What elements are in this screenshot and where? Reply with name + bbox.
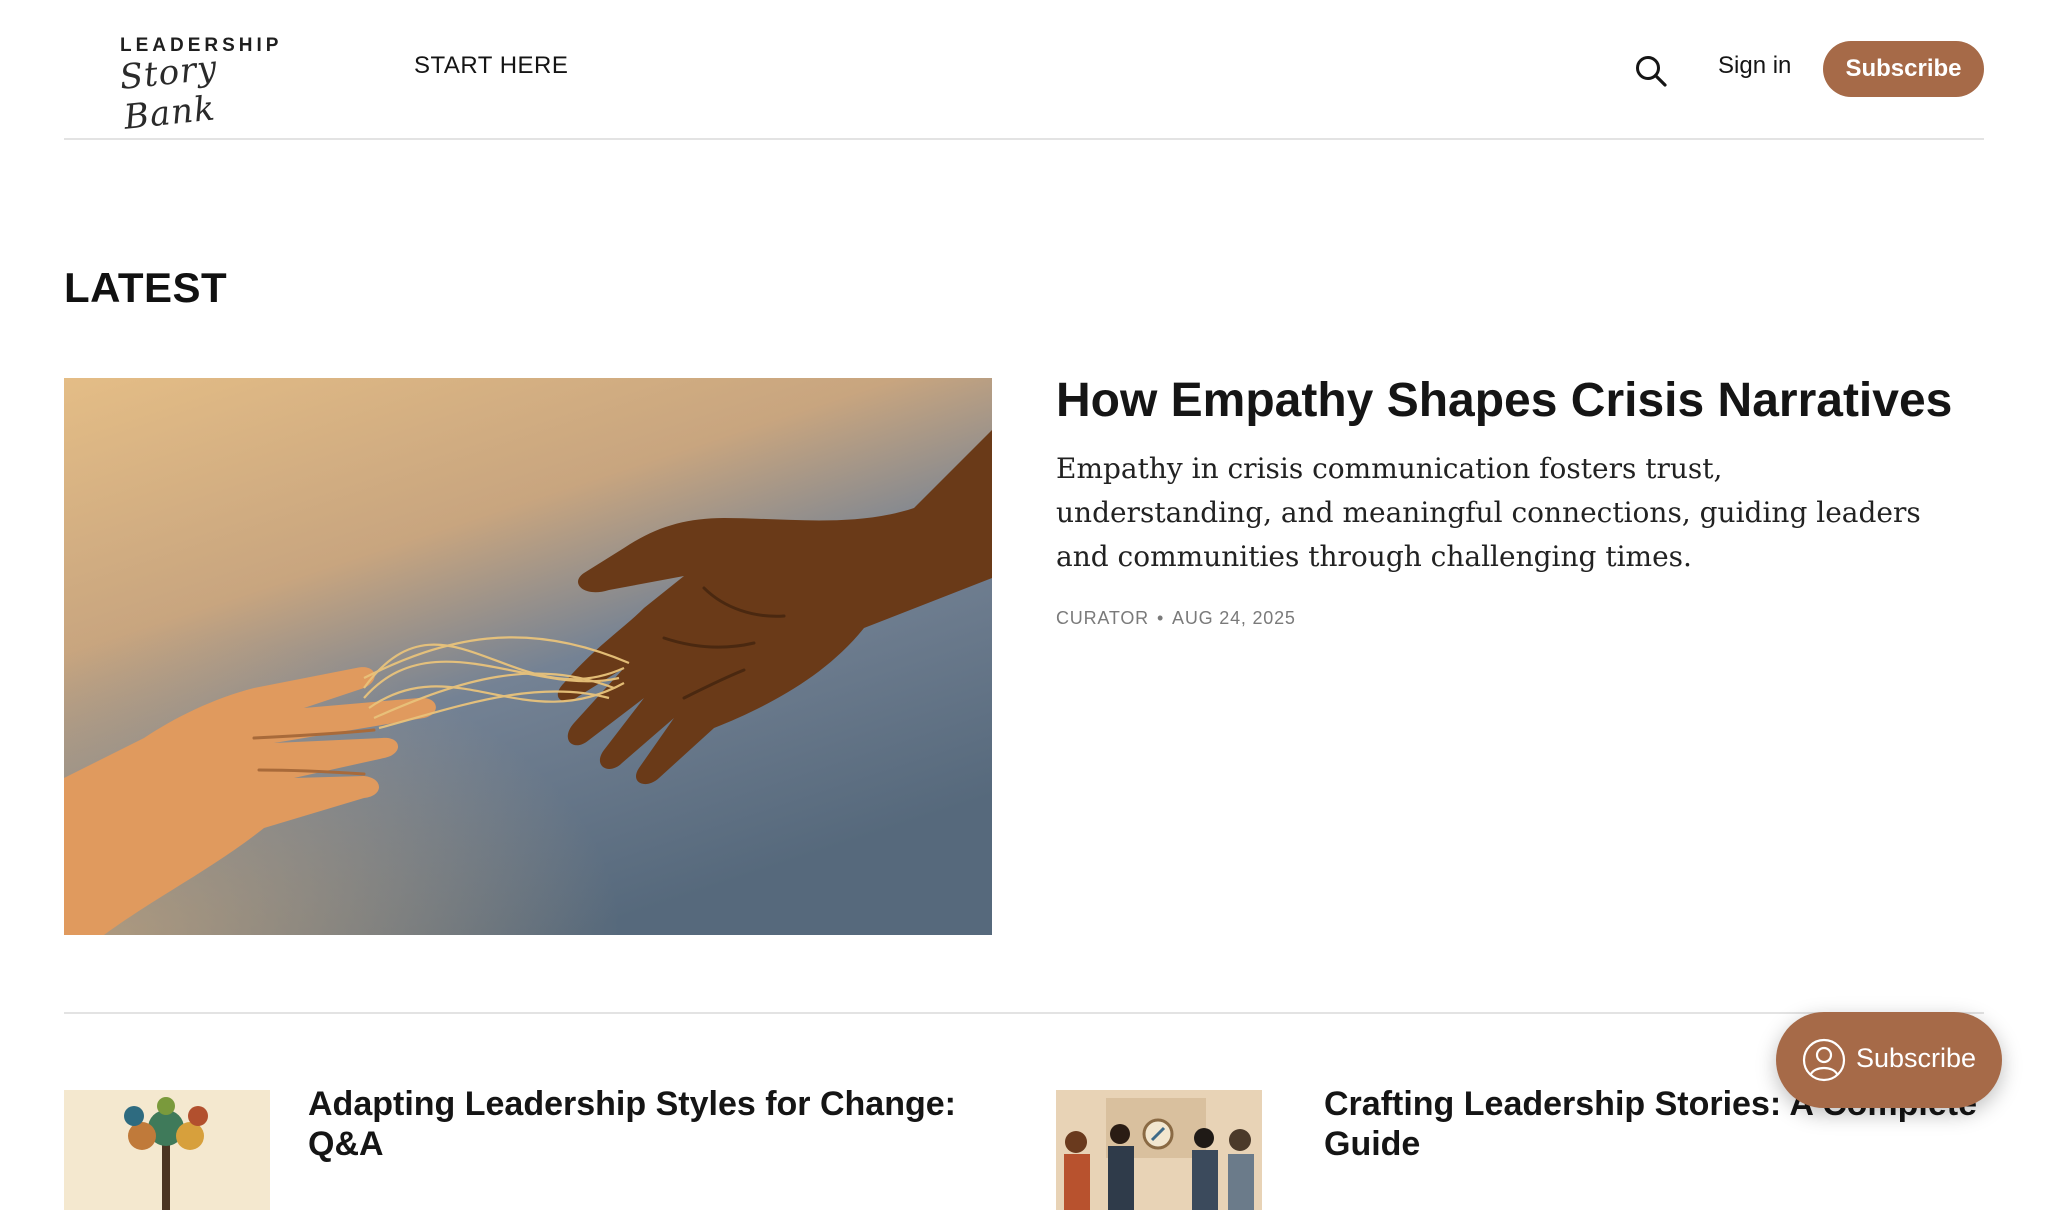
meta-separator: • — [1156, 608, 1165, 628]
site-logo[interactable]: LEADERSHIP Story Bank — [118, 30, 280, 138]
post-thumbnail[interactable] — [64, 1090, 270, 1210]
section-divider — [64, 1012, 1984, 1014]
nav-start-here[interactable]: START HERE — [414, 52, 568, 80]
site-header: LEADERSHIP Story Bank START HERE Sign in… — [64, 0, 1984, 140]
featured-post-title[interactable]: How Empathy Shapes Crisis Narratives — [1056, 372, 1956, 430]
meeting-illustration — [1056, 1090, 1262, 1210]
hands-illustration — [64, 378, 992, 935]
subscribe-button[interactable]: Subscribe — [1823, 41, 1984, 97]
post-author[interactable]: CURATOR — [1056, 608, 1149, 628]
sign-in-link[interactable]: Sign in — [1718, 52, 1791, 80]
logo-script: Story Bank — [117, 47, 220, 138]
post-thumbnail[interactable] — [1056, 1090, 1262, 1210]
post-date: AUG 24, 2025 — [1172, 608, 1296, 628]
floating-subscribe-button[interactable]: Subscribe — [1776, 1012, 2002, 1108]
featured-image[interactable] — [64, 378, 992, 935]
post-meta: CURATOR • AUG 24, 2025 — [1056, 608, 1296, 629]
floating-subscribe-label: Subscribe — [1856, 1043, 1977, 1073]
post-card-title[interactable]: Adapting Leadership Styles for Change: Q… — [308, 1084, 1028, 1164]
section-title: LATEST — [64, 264, 228, 311]
person-circle-icon — [1802, 1038, 1846, 1082]
featured-post-excerpt: Empathy in crisis communication fosters … — [1056, 452, 1921, 573]
search-icon[interactable] — [1634, 54, 1668, 88]
tree-illustration — [64, 1090, 270, 1210]
